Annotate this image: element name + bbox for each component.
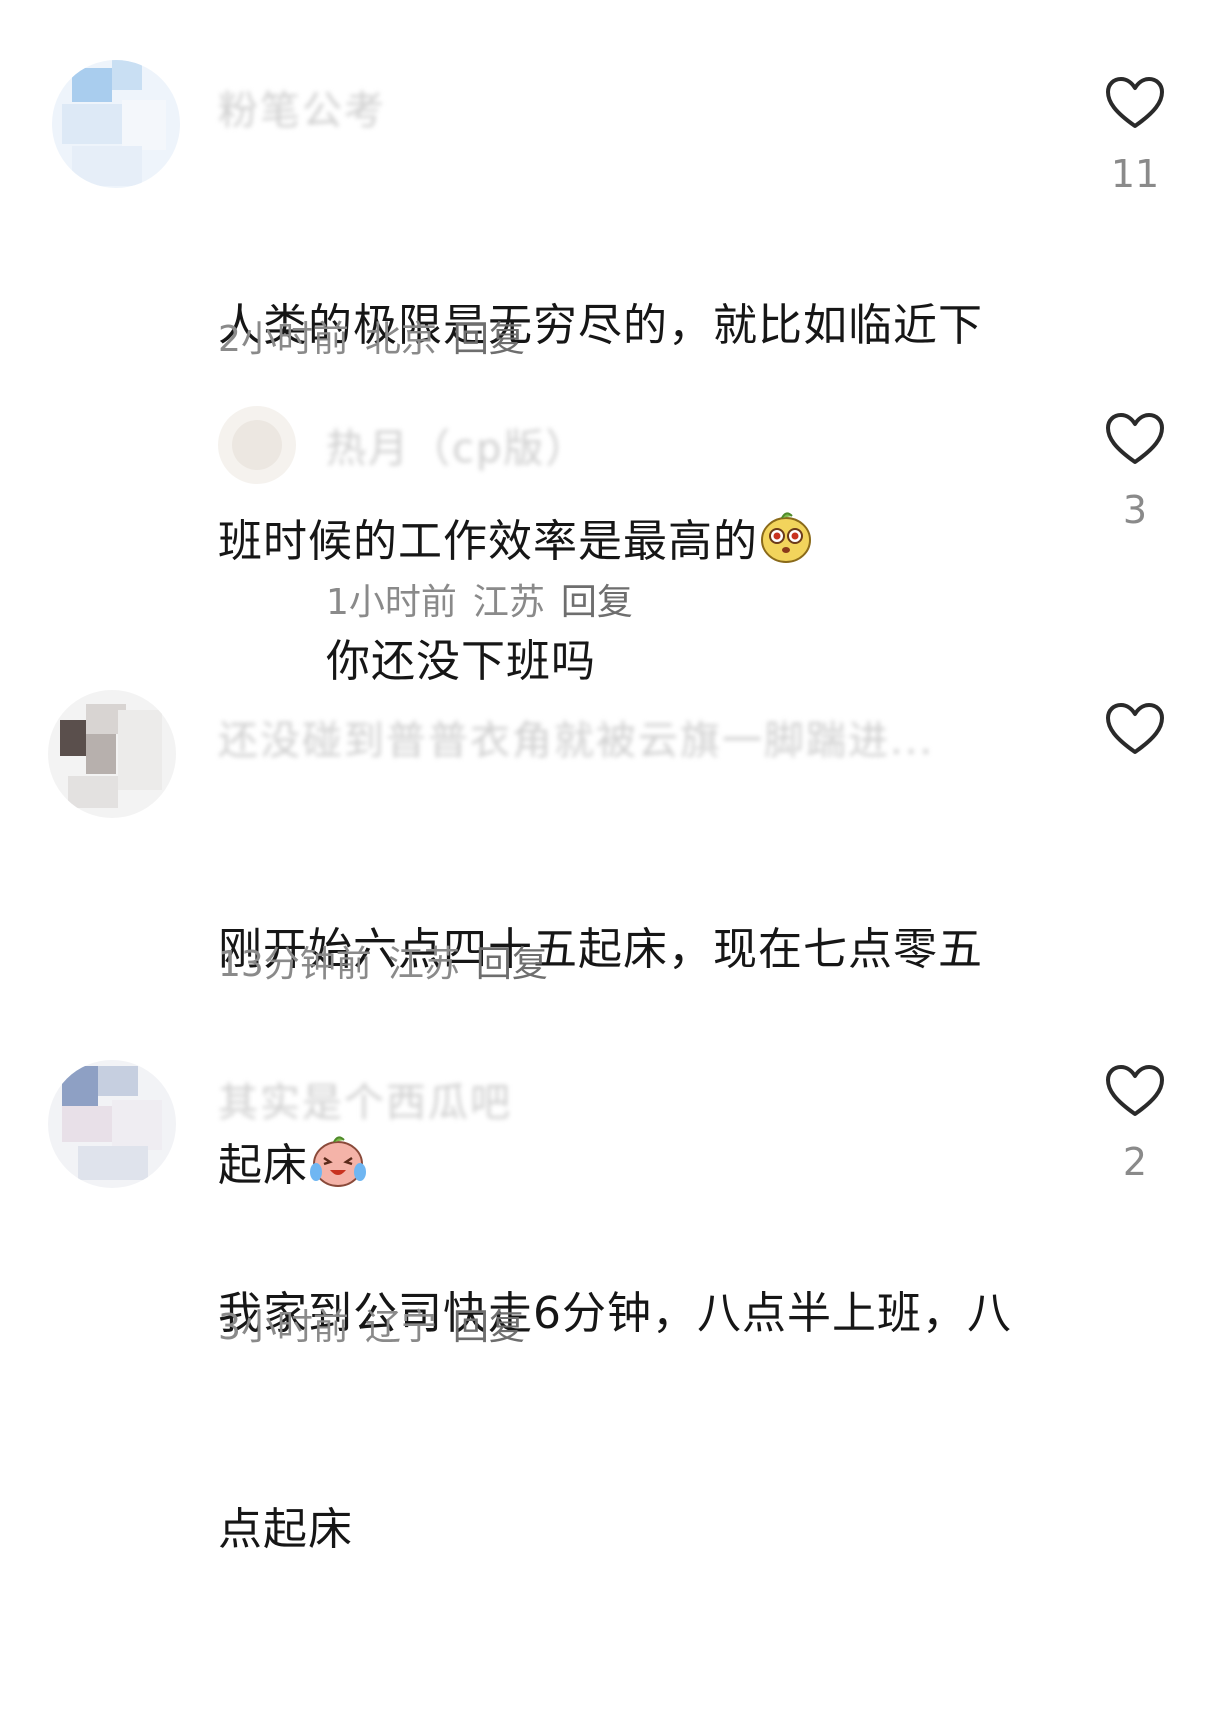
- like-button[interactable]: 2: [1095, 1064, 1175, 1184]
- like-button[interactable]: 11: [1095, 76, 1175, 196]
- heart-outline-icon: [1106, 413, 1164, 464]
- reply-button[interactable]: 回复: [453, 319, 525, 360]
- comment-username[interactable]: 粉笔公考: [218, 78, 386, 136]
- comment-time: 2小时前: [218, 319, 349, 360]
- reply-button[interactable]: 回复: [476, 944, 548, 985]
- comment-username[interactable]: 热月（cp版）: [326, 416, 587, 474]
- comment-location: 辽宁: [364, 1307, 437, 1348]
- comment-meta: 1小时前 江苏 回复: [326, 573, 649, 625]
- comment-username[interactable]: 其实是个西瓜吧: [218, 1070, 512, 1128]
- comment-time: 1小时前: [326, 582, 457, 623]
- like-count: 3: [1122, 488, 1148, 532]
- comment-time: 3小时前: [218, 1307, 349, 1348]
- like-button[interactable]: 3: [1095, 412, 1175, 532]
- comment-meta: 13分钟前 江苏 回复: [218, 935, 564, 987]
- reply-button[interactable]: 回复: [453, 1307, 525, 1348]
- comment-meta: 2小时前 北京 回复: [218, 310, 541, 362]
- avatar[interactable]: [218, 406, 296, 484]
- avatar[interactable]: [48, 690, 176, 818]
- like-button[interactable]: [1095, 702, 1175, 778]
- comment-time: 13分钟前: [218, 944, 372, 985]
- heart-outline-icon: [1106, 1065, 1164, 1116]
- comment-text: 我家到公司快走6分钟，八点半上班，八 点起床: [218, 1134, 1012, 1710]
- comment-location: 江苏: [387, 944, 460, 985]
- comment-text-line: 点起床: [218, 1504, 353, 1555]
- comment-text-line: 你还没下班吗: [326, 636, 596, 687]
- mushroom-surprised-emoji: [758, 508, 814, 586]
- comment-username[interactable]: 还没碰到普普衣角就被云旗一脚踹进...: [218, 708, 934, 766]
- heart-outline-icon: [1106, 77, 1164, 128]
- comment-location: 江苏: [472, 582, 545, 623]
- avatar[interactable]: [48, 1060, 176, 1188]
- reply-button[interactable]: 回复: [561, 582, 633, 623]
- comment-location: 北京: [364, 319, 437, 360]
- like-count: 2: [1122, 1140, 1148, 1184]
- avatar[interactable]: [52, 60, 180, 188]
- like-count: 11: [1110, 152, 1160, 196]
- heart-outline-icon: [1106, 703, 1164, 754]
- comment-meta: 3小时前 辽宁 回复: [218, 1298, 541, 1350]
